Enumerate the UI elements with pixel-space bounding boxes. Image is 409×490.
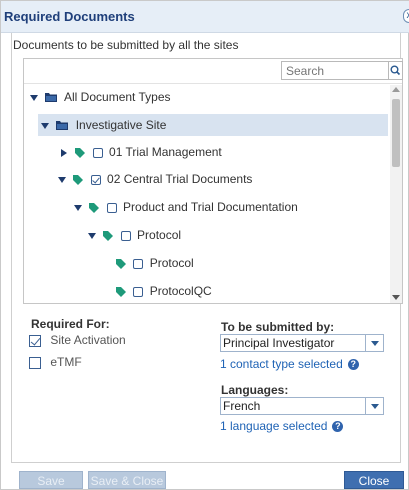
tree-node-checkbox[interactable]	[120, 230, 131, 241]
scroll-down-icon[interactable]	[392, 295, 400, 300]
tag-icon	[73, 174, 84, 185]
tag-icon	[75, 147, 86, 158]
languages-label: Languages:	[221, 383, 289, 397]
tree-node-investigative-site[interactable]: Investigative Site	[38, 114, 388, 136]
tree-search-input[interactable]	[281, 61, 389, 80]
tag-icon	[103, 230, 114, 241]
language-count-text: 1 language selected	[220, 419, 328, 433]
scroll-thumb[interactable]	[392, 99, 400, 167]
chevron-down-icon[interactable]	[41, 122, 49, 129]
help-icon[interactable]: ?	[347, 359, 359, 371]
document-tree-panel: All Document Types Investigative Site 01…	[23, 58, 403, 304]
chevron-right-icon[interactable]	[61, 148, 67, 157]
languages-value: French	[223, 399, 261, 413]
tree-node-checkbox[interactable]	[106, 202, 117, 213]
tree-node-protocol[interactable]: Protocol	[116, 252, 194, 274]
tree-node-protocolqc[interactable]: ProtocolQC	[116, 280, 212, 302]
dialog-titlebar: Required Documents x	[1, 1, 409, 33]
tree-node-label: Investigative Site	[75, 118, 167, 132]
tree-node-label: Protocol	[149, 256, 194, 270]
tree-node-label: ProtocolQC	[149, 284, 212, 298]
tag-icon	[116, 286, 126, 297]
help-icon[interactable]: ?	[332, 421, 344, 433]
tag-icon	[89, 202, 100, 213]
language-count[interactable]: 1 language selected?	[220, 419, 344, 433]
contact-type-count-text: 1 contact type selected	[220, 357, 343, 371]
site-activation-option[interactable]: Site Activation	[29, 332, 126, 348]
dialog-subtitle: Documents to be submitted by all the sit…	[13, 38, 239, 52]
submitted-by-label: To be submitted by:	[221, 320, 335, 334]
tree-node-product-and-trial-documentation[interactable]: Product and Trial Documentation	[74, 196, 298, 218]
tree-node-label: Protocol	[137, 228, 182, 242]
tree-node-all-document-types[interactable]: All Document Types	[30, 86, 171, 108]
etmf-option[interactable]: eTMF	[29, 354, 82, 370]
tree-node-02-central-trial-documents[interactable]: 02 Central Trial Documents	[58, 168, 252, 190]
chevron-down-icon[interactable]	[365, 335, 383, 351]
tag-icon	[116, 258, 126, 269]
tree-node-checkbox[interactable]	[92, 147, 103, 158]
tree-node-checkbox[interactable]	[90, 174, 101, 185]
site-activation-label: Site Activation	[50, 333, 126, 347]
tree-node-checkbox[interactable]	[133, 286, 144, 297]
contact-type-count[interactable]: 1 contact type selected?	[220, 357, 359, 371]
scroll-up-icon[interactable]	[392, 87, 400, 92]
site-activation-checkbox[interactable]	[29, 334, 41, 347]
chevron-down-icon[interactable]	[58, 176, 66, 183]
save-and-close-button[interactable]: Save & Close	[88, 471, 166, 489]
chevron-down-icon[interactable]	[74, 204, 82, 211]
submitted-by-select[interactable]: Principal Investigator	[220, 334, 384, 352]
save-button[interactable]: Save	[19, 471, 83, 489]
tree-node-label: Product and Trial Documentation	[123, 200, 298, 214]
tree-node-protocol-group[interactable]: Protocol	[88, 224, 181, 246]
search-icon[interactable]	[389, 61, 403, 80]
tree-node-checkbox[interactable]	[133, 258, 144, 269]
close-button[interactable]: Close	[344, 471, 404, 489]
etmf-checkbox[interactable]	[29, 356, 41, 369]
dialog-title: Required Documents	[4, 9, 135, 24]
languages-select[interactable]: French	[220, 397, 384, 415]
close-icon[interactable]: x	[403, 9, 409, 23]
tree-node-label: 01 Trial Management	[109, 145, 222, 159]
required-for-label: Required For:	[31, 317, 110, 331]
etmf-label: eTMF	[50, 355, 82, 369]
submitted-by-value: Principal Investigator	[223, 336, 335, 350]
chevron-down-icon[interactable]	[88, 232, 96, 239]
tree-scrollbar[interactable]	[390, 85, 402, 303]
tree-node-label: All Document Types	[64, 90, 171, 104]
folder-icon	[56, 121, 69, 131]
search-divider	[24, 83, 402, 84]
chevron-down-icon[interactable]	[365, 398, 383, 414]
tree-node-01-trial-management[interactable]: 01 Trial Management	[61, 141, 222, 163]
tree-node-label: 02 Central Trial Documents	[107, 172, 253, 186]
chevron-down-icon[interactable]	[30, 94, 38, 101]
required-documents-dialog: Required Documents x Documents to be sub…	[0, 0, 409, 490]
folder-icon	[45, 93, 58, 103]
